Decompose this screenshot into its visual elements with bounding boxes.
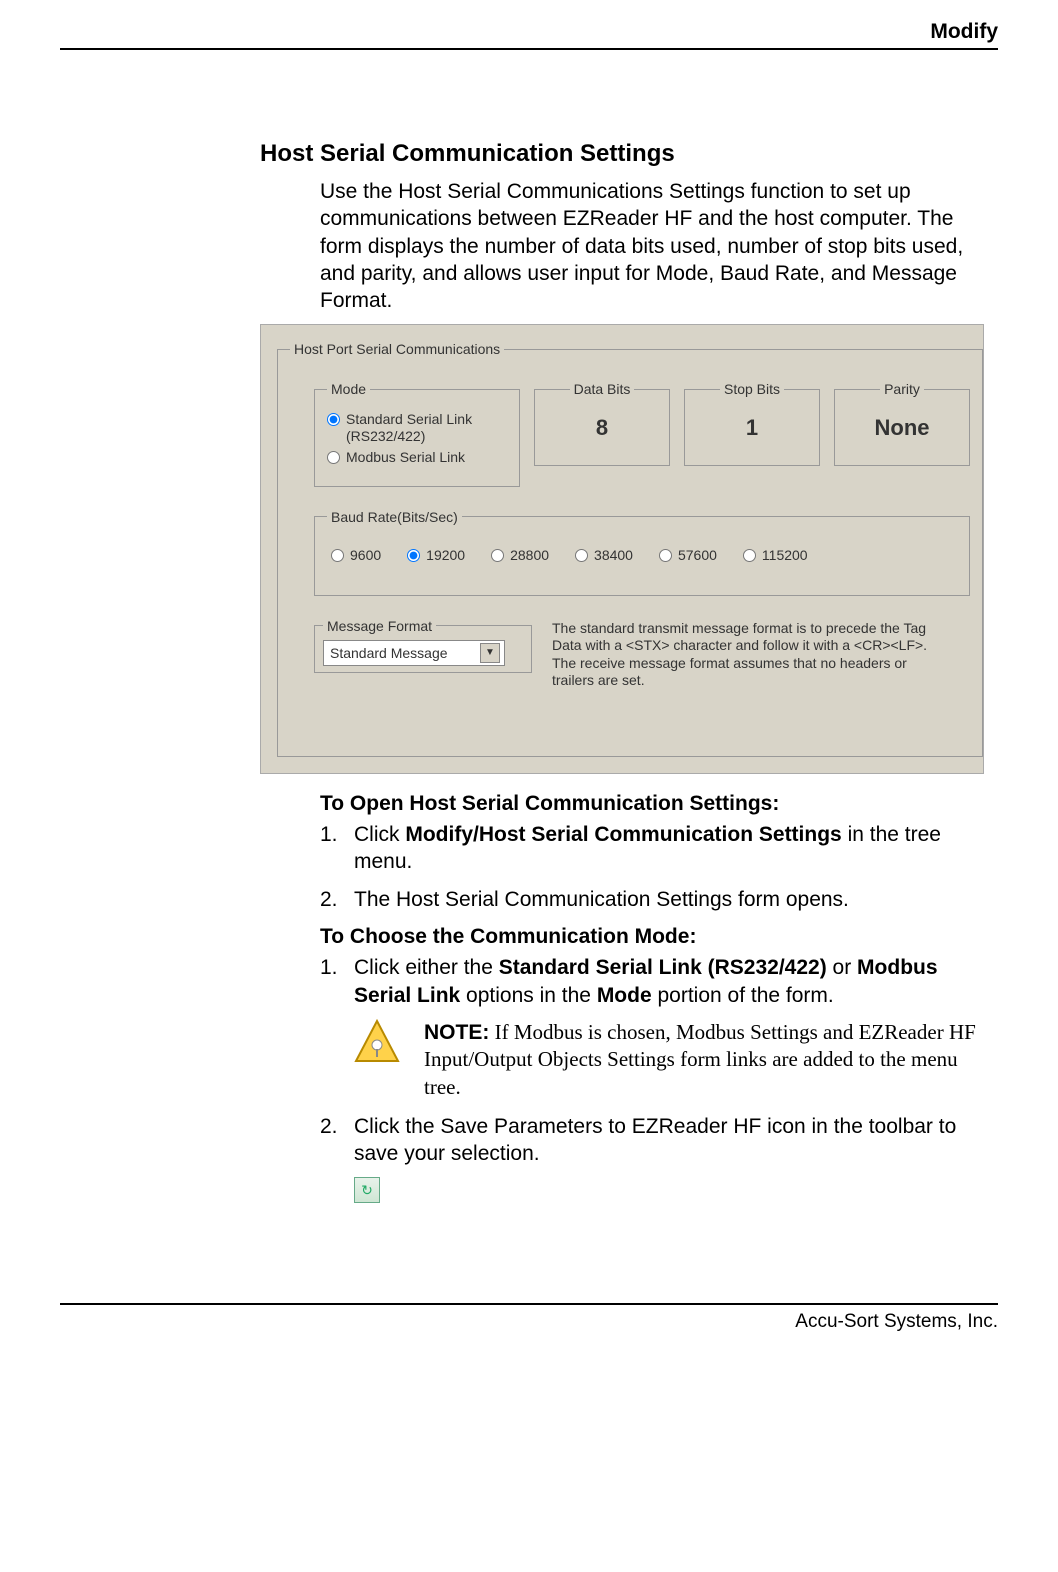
baud-option-115200[interactable]: 115200 [743,547,808,563]
baud-radio-9600[interactable] [331,549,344,562]
chevron-down-icon: ▼ [480,643,500,663]
mode-option-modbus[interactable]: Modbus Serial Link [327,449,507,466]
text: Click the Save Parameters to EZReader HF… [354,1113,998,1168]
stopbits-group: Stop Bits 1 [684,381,820,466]
step-number: 1. [320,954,354,1009]
note-body: If Modbus is chosen, Modbus Settings and… [424,1020,976,1099]
step-number: 1. [320,821,354,876]
msgformat-description: The standard transmit message format is … [552,618,932,690]
msgformat-group: Message Format Standard Message ▼ [314,618,532,673]
settings-panel: Host Port Serial Communications Mode Sta… [260,324,984,773]
baud-legend: Baud Rate(Bits/Sec) [327,509,462,525]
mode-heading: To Choose the Communication Mode: [320,923,998,950]
baud-option-38400[interactable]: 38400 [575,547,633,563]
instructions: To Open Host Serial Communication Settin… [320,790,998,1204]
baud-option-28800[interactable]: 28800 [491,547,549,563]
page-header: Modify [60,20,998,50]
baud-label-38400: 38400 [594,547,633,563]
text: Click either the [354,956,499,979]
databits-value: 8 [547,407,657,449]
open-step-1: 1. Click Modify/Host Serial Communicatio… [320,821,998,876]
baud-radio-57600[interactable] [659,549,672,562]
parity-legend: Parity [880,381,924,397]
databits-group: Data Bits 8 [534,381,670,466]
mode-group: Mode Standard Serial Link (RS232/422) Mo… [314,381,520,486]
parity-group: Parity None [834,381,970,466]
baud-option-19200[interactable]: 19200 [407,547,465,563]
stopbits-value: 1 [697,407,807,449]
host-port-group: Host Port Serial Communications Mode Sta… [277,341,983,756]
text: portion of the form. [652,984,834,1007]
baud-radio-115200[interactable] [743,549,756,562]
msgformat-value: Standard Message [330,645,448,661]
baud-label-19200: 19200 [426,547,465,563]
note-label: NOTE: [424,1021,489,1044]
text: options in the [460,984,597,1007]
mode-label-standard: Standard Serial Link (RS232/422) [346,411,507,445]
mode-option-standard[interactable]: Standard Serial Link (RS232/422) [327,411,507,445]
databits-legend: Data Bits [570,381,635,397]
baud-option-57600[interactable]: 57600 [659,547,717,563]
baud-radio-28800[interactable] [491,549,504,562]
footer-company: Accu-Sort Systems, Inc. [60,1303,998,1333]
host-port-legend: Host Port Serial Communications [290,341,504,357]
note: NOTE: If Modbus is chosen, Modbus Settin… [354,1019,998,1101]
open-heading: To Open Host Serial Communication Settin… [320,790,998,817]
section-intro: Use the Host Serial Communications Setti… [320,178,998,314]
baud-group: Baud Rate(Bits/Sec) 9600 19200 28800 384… [314,509,970,596]
msgformat-legend: Message Format [323,618,436,634]
mode-label-modbus: Modbus Serial Link [346,449,465,466]
text: Click [354,823,405,846]
baud-label-57600: 57600 [678,547,717,563]
text-bold: Mode [597,984,652,1007]
mode-step-2: 2. Click the Save Parameters to EZReader… [320,1113,998,1168]
note-text: NOTE: If Modbus is chosen, Modbus Settin… [424,1019,998,1101]
mode-step-1: 1. Click either the Standard Serial Link… [320,954,998,1009]
text: The Host Serial Communication Settings f… [354,886,998,913]
mode-radio-standard[interactable] [327,413,340,426]
baud-radio-19200[interactable] [407,549,420,562]
warning-icon [354,1019,400,1065]
save-icon: ↻ [354,1177,380,1203]
mode-radio-modbus[interactable] [327,451,340,464]
step-number: 2. [320,886,354,913]
baud-option-9600[interactable]: 9600 [331,547,381,563]
msgformat-select[interactable]: Standard Message ▼ [323,640,505,666]
text: or [827,956,857,979]
baud-label-9600: 9600 [350,547,381,563]
open-step-2: 2. The Host Serial Communication Setting… [320,886,998,913]
text-bold: Standard Serial Link (RS232/422) [499,956,827,979]
section-title: Host Serial Communication Settings [260,140,998,168]
baud-radio-38400[interactable] [575,549,588,562]
baud-label-115200: 115200 [762,547,808,563]
parity-value: None [847,407,957,449]
stopbits-legend: Stop Bits [720,381,784,397]
text-bold: Modify/Host Serial Communication Setting… [405,823,841,846]
step-number: 2. [320,1113,354,1168]
mode-legend: Mode [327,381,370,397]
baud-label-28800: 28800 [510,547,549,563]
